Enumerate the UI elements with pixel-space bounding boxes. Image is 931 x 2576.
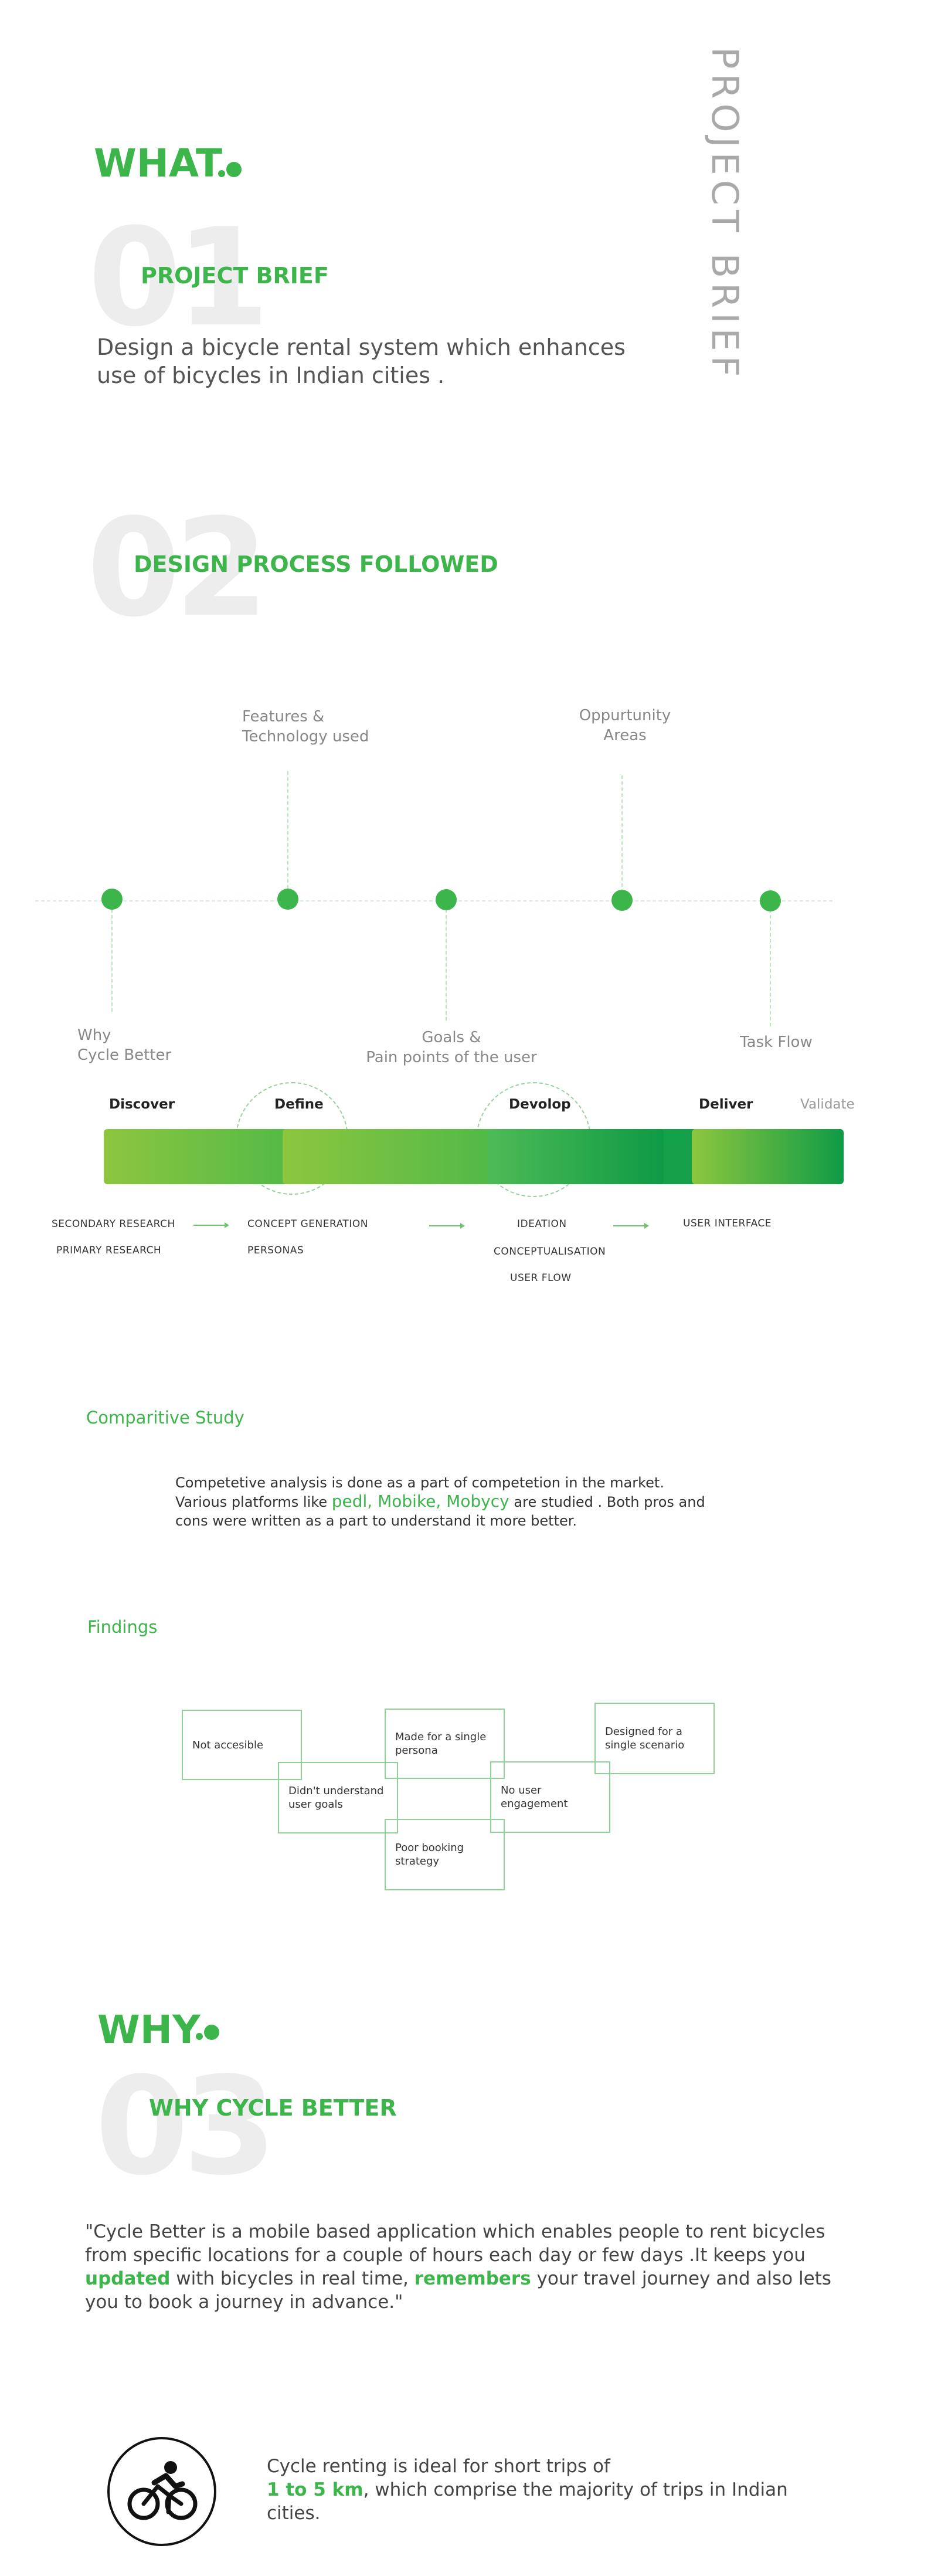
quote-highlight: remembers	[414, 2268, 531, 2289]
quote-text: "Cycle Better is a mobile based applicat…	[85, 2221, 825, 2266]
bar-segment-develop	[488, 1129, 664, 1184]
label-line: Technology used	[242, 728, 369, 745]
timeline-node	[277, 889, 298, 910]
timeline-node	[436, 889, 457, 910]
label-line: Why	[77, 1026, 111, 1044]
distance-highlight: 1 to 5 km	[267, 2479, 363, 2500]
arrow-icon	[613, 1223, 649, 1229]
finding-box: Poor booking strategy	[385, 1819, 505, 1890]
label-line: Task Flow	[740, 1033, 813, 1051]
phase-deliver: Deliver	[699, 1097, 753, 1112]
arrow-icon	[429, 1223, 465, 1229]
connector	[621, 775, 623, 893]
step-secondary-research: SECONDARY RESEARCH	[52, 1218, 175, 1230]
label-line: Goals &	[422, 1029, 481, 1046]
brief-line: use of bicycles in Indian cities .	[97, 362, 445, 388]
brands-highlight: pedl, Mobike, Mobycy	[331, 1492, 509, 1511]
connector	[446, 909, 447, 1021]
text-span: Cycle renting is ideal for short trips o…	[267, 2456, 610, 2477]
step-personas: PERSONAS	[247, 1245, 304, 1256]
what-heading: WHAT	[94, 141, 223, 186]
timeline-label-features: Features & Technology used	[242, 707, 369, 747]
finding-box: No user engagement	[490, 1761, 610, 1833]
comparative-title: Comparitive Study	[86, 1408, 244, 1428]
project-brief-text: Design a bicycle rental system which enh…	[97, 333, 660, 389]
why-quote: "Cycle Better is a mobile based applicat…	[85, 2220, 865, 2314]
timeline-label-why: Why Cycle Better	[77, 1025, 171, 1065]
why-heading: WHY	[97, 2007, 201, 2052]
label-line: Areas	[603, 727, 647, 744]
brief-line: Design a bicycle rental system which enh…	[97, 334, 626, 360]
label-line: Oppurtunity	[579, 707, 671, 724]
text-span: Various platforms like	[175, 1494, 332, 1510]
section-number-03: 03	[95, 2049, 277, 2205]
why-cycle-better-title: WHY CYCLE BETTER	[149, 2095, 397, 2121]
findings-title: Findings	[87, 1617, 158, 1637]
timeline-line	[35, 900, 833, 901]
step-conceptualisation: CONCEPTUALISATION	[494, 1246, 606, 1258]
comparative-line: Competetive analysis is done as a part o…	[175, 1475, 664, 1491]
step-primary-research: PRIMARY RESEARCH	[56, 1245, 162, 1256]
finding-box: Made for a single persona	[385, 1709, 505, 1779]
cyclist-icon	[107, 2437, 216, 2546]
step-user-interface: USER INTERFACE	[683, 1218, 772, 1229]
label-line: Cycle Better	[77, 1046, 172, 1064]
quote-highlight: updated	[85, 2268, 171, 2289]
bottom-text: Cycle renting is ideal for short trips o…	[267, 2455, 794, 2525]
finding-box: Didn't understand user goals	[278, 1762, 398, 1833]
connector	[287, 771, 288, 889]
phase-validate: Validate	[800, 1097, 855, 1112]
connector	[770, 909, 771, 1026]
timeline-label-taskflow: Task Flow	[740, 1032, 813, 1052]
timeline-node	[760, 890, 781, 911]
connector	[111, 909, 113, 1012]
project-brief-title: PROJECT BRIEF	[141, 263, 329, 289]
finding-box: Designed for a single scenario	[594, 1703, 715, 1774]
label-line: Pain points of the user	[366, 1049, 537, 1066]
phase-discover: Discover	[109, 1097, 175, 1112]
design-process-title: DESIGN PROCESS FOLLOWED	[134, 551, 498, 577]
comparative-line: Various platforms like pedl, Mobike, Mob…	[175, 1492, 762, 1511]
process-bar	[104, 1129, 844, 1184]
quote-text: with bicycles in real time,	[170, 2268, 414, 2289]
step-user-flow: USER FLOW	[510, 1272, 572, 1284]
comparative-text: Competetive analysis is done as a part o…	[175, 1473, 762, 1530]
step-ideation: IDEATION	[517, 1218, 567, 1230]
timeline-node	[101, 889, 123, 910]
timeline-label-opportunity: Oppurtunity Areas	[578, 706, 672, 745]
comparative-line: cons were written as a part to understan…	[175, 1513, 577, 1529]
label-line: Features &	[242, 708, 325, 726]
timeline-label-goals: Goals & Pain points of the user	[363, 1028, 539, 1067]
side-title: PROJECT BRIEF	[704, 47, 746, 382]
arrow-icon	[193, 1222, 229, 1228]
text-span: are studied . Both pros and	[509, 1494, 705, 1510]
bar-segment-deliver	[692, 1129, 844, 1184]
timeline-node	[611, 890, 633, 911]
step-concept-generation: CONCEPT GENERATION	[247, 1218, 368, 1230]
